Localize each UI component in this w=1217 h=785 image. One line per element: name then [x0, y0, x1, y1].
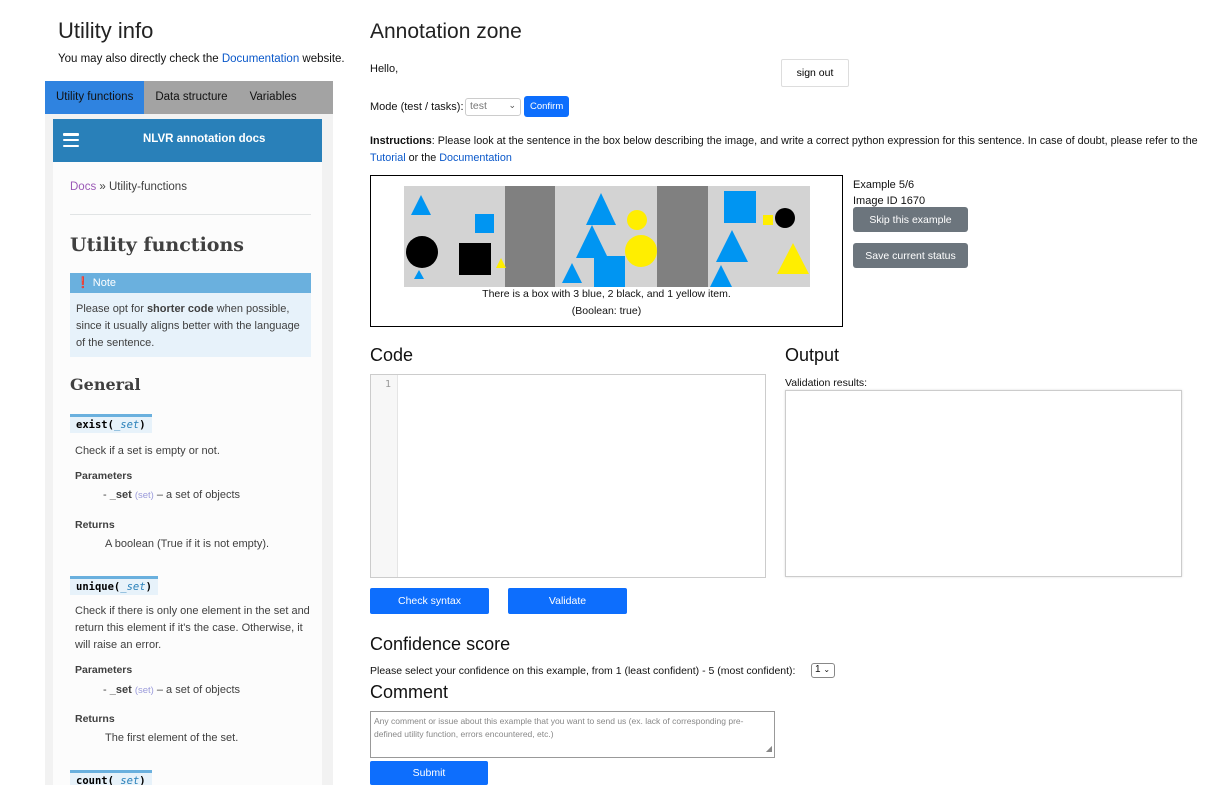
- subtitle-text: You may also directly check the: [58, 53, 222, 65]
- black-square: [459, 243, 491, 275]
- annotation-zone-title: Annotation zone: [370, 20, 522, 43]
- line-gutter: 1: [371, 375, 398, 577]
- yellow-square: [763, 215, 773, 225]
- fn-unique-desc: Check if there is only one element in th…: [75, 605, 310, 651]
- note-body: Please opt for shorter code when possibl…: [76, 303, 300, 349]
- blue-square: [475, 214, 494, 233]
- example-caption: There is a box with 3 blue, 2 black, and…: [482, 288, 731, 300]
- yellow-circle: [625, 235, 657, 267]
- confidence-title: Confidence score: [370, 634, 511, 654]
- fn-unique-params-label: Parameters: [75, 664, 133, 676]
- fn-exist-signature: exist(_set): [70, 414, 152, 433]
- chevron-down-icon: ⌄: [508, 100, 516, 110]
- hello-text: Hello,: [370, 63, 399, 75]
- confirm-button[interactable]: Confirm: [524, 96, 569, 117]
- code-editor[interactable]: 1: [370, 374, 766, 578]
- blue-square: [594, 256, 625, 287]
- fn-exist-desc: Check if a set is empty or not.: [75, 445, 220, 457]
- fn-exist-returns-label: Returns: [75, 519, 115, 531]
- check-syntax-button[interactable]: Check syntax: [370, 588, 489, 614]
- fn-exist-returns: A boolean (True if it is not empty).: [105, 538, 270, 550]
- docs-header: NLVR annotation docs: [53, 119, 322, 162]
- tab-utility-functions[interactable]: Utility functions: [45, 81, 145, 114]
- confidence-select[interactable]: 1 ⌄: [811, 663, 835, 678]
- line-number: 1: [384, 379, 391, 390]
- tab-variables[interactable]: Variables: [239, 81, 308, 114]
- mode-label: Mode (test / tasks):: [370, 101, 464, 113]
- note-title: Note: [92, 277, 117, 289]
- example-info: Example 5/6 Image ID 1670: [853, 177, 925, 209]
- separator-bar-2: [657, 186, 708, 287]
- separator-bar-1: [505, 186, 555, 287]
- code-title: Code: [370, 345, 414, 365]
- black-circle: [406, 236, 438, 268]
- utility-info-title: Utility info: [58, 18, 154, 43]
- validation-label: Validation results:: [785, 377, 868, 389]
- note-header: ❗ Note: [70, 273, 311, 293]
- fn-unique-returns-label: Returns: [75, 713, 115, 725]
- breadcrumb-current: » Utility-functions: [96, 181, 187, 193]
- instructions: Instructions: Please look at the sentenc…: [370, 135, 1198, 164]
- utility-info-subtitle: You may also directly check the Document…: [58, 53, 345, 65]
- utility-tabs: Utility functions Data structure Variabl…: [45, 81, 333, 114]
- fn-unique-returns: The first element of the set.: [105, 732, 239, 744]
- fn-exist-params-label: Parameters: [75, 470, 133, 482]
- mode-select-value: test: [470, 100, 487, 112]
- nlvr-image: [404, 186, 810, 287]
- mode-select[interactable]: test ⌄: [465, 98, 521, 116]
- instructions-documentation-link[interactable]: Documentation: [439, 152, 512, 164]
- chevron-down-icon: ⌄: [823, 665, 831, 674]
- black-circle: [775, 208, 795, 228]
- fn-count-signature: count(_set): [70, 770, 152, 785]
- skip-example-button[interactable]: Skip this example: [853, 207, 968, 232]
- fn-exist-param: - _set (set) – a set of objects: [103, 489, 241, 501]
- docs-page: NLVR annotation docs Docs » Utility-func…: [53, 119, 322, 785]
- comment-textarea[interactable]: Any comment or issue about this example …: [370, 711, 775, 758]
- resize-handle-icon[interactable]: ◢: [766, 742, 772, 755]
- tutorial-link[interactable]: Tutorial: [370, 152, 406, 164]
- save-status-button[interactable]: Save current status: [853, 243, 968, 268]
- subtitle-text-end: website.: [299, 53, 345, 65]
- docs-header-title[interactable]: NLVR annotation docs: [143, 133, 265, 145]
- confidence-label: Please select your confidence on this ex…: [370, 665, 796, 677]
- validate-button[interactable]: Validate: [508, 588, 627, 614]
- sign-out-button[interactable]: sign out: [781, 59, 849, 87]
- output-title: Output: [785, 345, 840, 365]
- yellow-circle: [627, 210, 647, 230]
- documentation-link[interactable]: Documentation: [222, 53, 299, 65]
- comment-placeholder: Any comment or issue about this example …: [374, 716, 744, 739]
- docs-frame: NLVR annotation docs Docs » Utility-func…: [45, 114, 333, 785]
- tab-data-structure[interactable]: Data structure: [144, 81, 238, 114]
- section-general: General: [70, 375, 141, 394]
- fn-unique-signature: unique(_set): [70, 576, 158, 595]
- breadcrumb-docs-link[interactable]: Docs: [70, 181, 96, 193]
- docs-heading: Utility functions: [70, 234, 244, 256]
- validation-results: [785, 390, 1182, 577]
- info-icon: ❗: [76, 277, 90, 289]
- fn-unique-param: - _set (set) – a set of objects: [103, 684, 241, 696]
- submit-button[interactable]: Submit: [370, 761, 488, 785]
- confidence-select-value: 1: [815, 664, 821, 675]
- breadcrumb: Docs » Utility-functions: [70, 181, 187, 193]
- breadcrumb-divider: [70, 214, 311, 215]
- blue-square: [724, 191, 756, 223]
- menu-icon[interactable]: [63, 133, 79, 148]
- example-counter: Example 5/6: [853, 179, 915, 191]
- example-boolean: (Boolean: true): [571, 305, 642, 317]
- comment-title: Comment: [370, 682, 449, 702]
- note-box: ❗ Note Please opt for shorter code when …: [70, 273, 311, 357]
